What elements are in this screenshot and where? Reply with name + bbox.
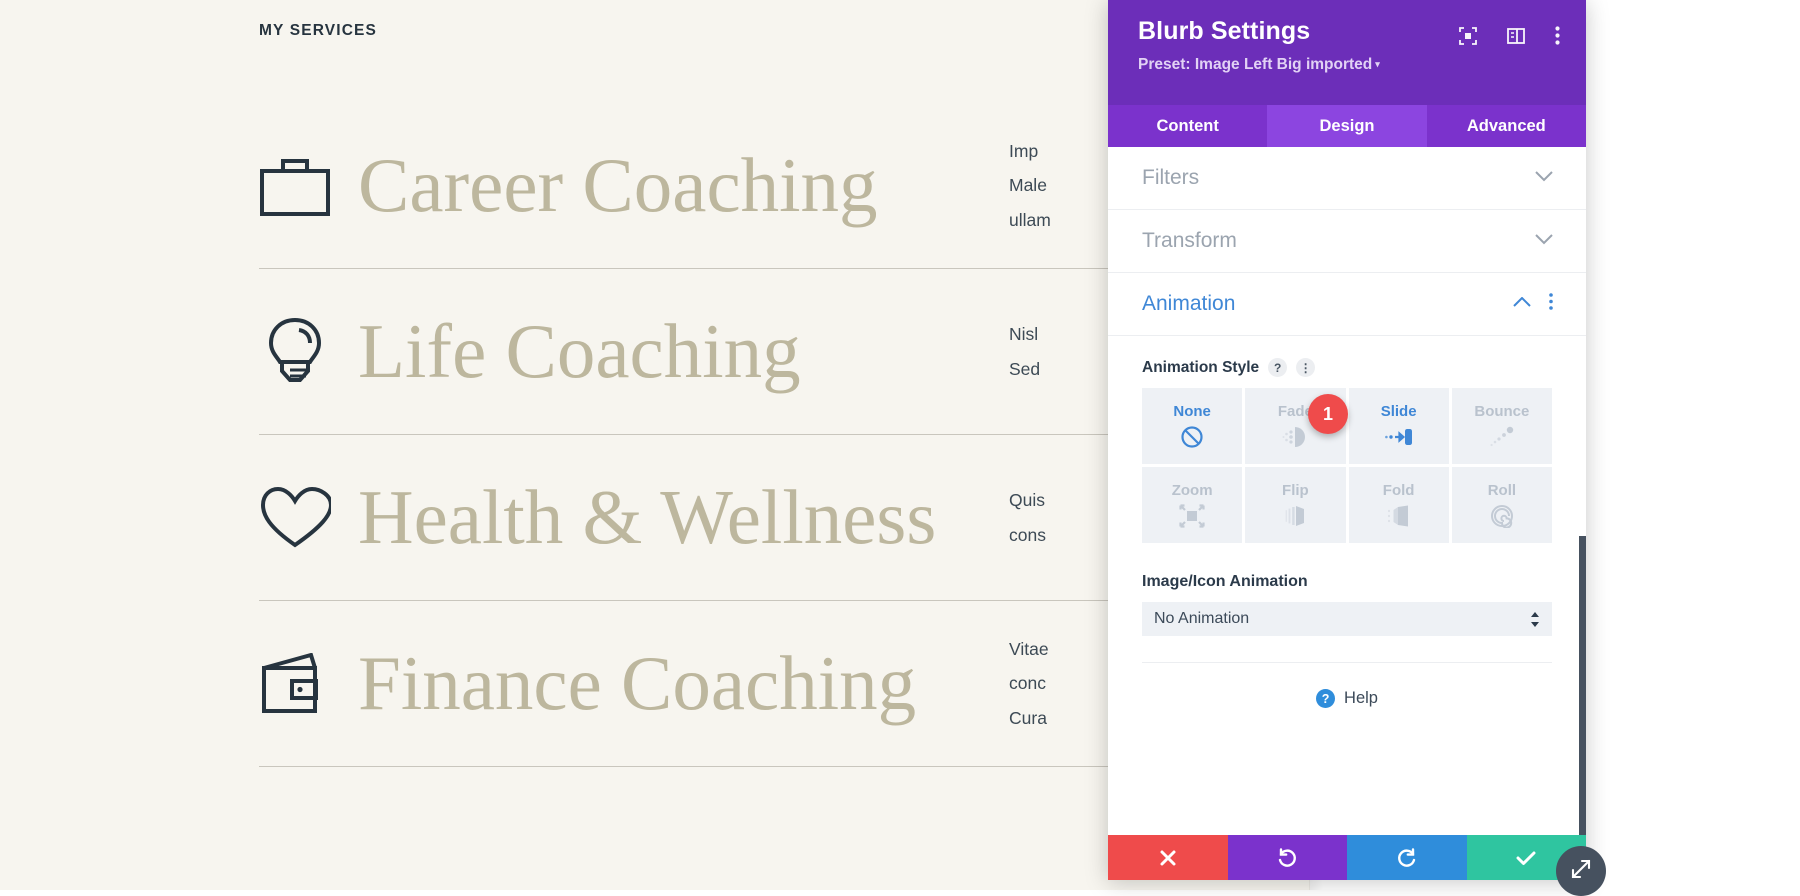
bounce-dots-icon <box>1489 425 1515 449</box>
slide-arrow-icon <box>1384 425 1414 449</box>
target-icon[interactable] <box>1459 26 1477 45</box>
option-label: Bounce <box>1474 403 1530 420</box>
image-icon-animation-label: Image/Icon Animation <box>1142 573 1308 590</box>
help-icon: ? <box>1316 689 1336 708</box>
section-transform[interactable]: Transform <box>1108 210 1586 273</box>
help-link[interactable]: ? Help <box>1142 663 1552 708</box>
section-controls <box>1535 232 1553 250</box>
fold-icon <box>1386 504 1412 528</box>
modal-header-actions <box>1459 26 1560 45</box>
kebab-menu-icon[interactable]: ⋮ <box>1296 358 1316 377</box>
cancel-button[interactable] <box>1108 835 1228 880</box>
tab-design[interactable]: Design <box>1267 105 1427 147</box>
preset-selector[interactable]: Preset: Image Left Big imported ▾ <box>1138 56 1556 74</box>
flip-icon <box>1283 504 1307 528</box>
section-controls <box>1535 169 1553 187</box>
animation-section-content: Animation Style ? ⋮ None Fade Slide Boun… <box>1108 336 1586 708</box>
help-label: Help <box>1344 689 1378 707</box>
section-title: Animation <box>1142 292 1236 315</box>
service-title: Life Coaching <box>358 308 801 394</box>
animation-option-fold[interactable]: Fold <box>1348 467 1449 543</box>
tab-content[interactable]: Content <box>1108 105 1267 147</box>
animation-option-none[interactable]: None <box>1142 388 1243 464</box>
animation-option-zoom[interactable]: Zoom <box>1142 467 1243 543</box>
section-filters[interactable]: Filters <box>1108 147 1586 210</box>
animation-style-grid: None Fade Slide Bounce Zoom Flip Fold Ro… <box>1142 388 1552 543</box>
step-marker-badge: 1 <box>1308 394 1348 434</box>
select-value: No Animation <box>1154 610 1250 627</box>
modal-footer <box>1108 835 1586 880</box>
select-updown-icon <box>1530 611 1540 627</box>
image-icon-animation-select[interactable]: No Animation <box>1142 602 1552 636</box>
chevron-down-icon[interactable] <box>1535 232 1553 250</box>
option-label: Roll <box>1487 482 1517 499</box>
undo-icon <box>1276 847 1298 869</box>
section-controls <box>1513 293 1553 315</box>
resize-handle[interactable] <box>1556 846 1606 896</box>
briefcase-icon <box>259 150 331 222</box>
animation-style-label-row: Animation Style ? ⋮ <box>1142 358 1552 377</box>
chevron-down-icon: ▾ <box>1375 59 1380 69</box>
redo-icon <box>1396 847 1418 869</box>
service-title: Career Coaching <box>358 142 878 228</box>
chevron-up-icon[interactable] <box>1513 295 1531 313</box>
zoom-expand-icon <box>1179 504 1205 528</box>
preset-label: Preset: Image Left Big imported <box>1138 56 1373 73</box>
animation-option-flip[interactable]: Flip <box>1245 467 1346 543</box>
close-x-icon <box>1158 848 1178 868</box>
option-label: None <box>1173 403 1211 420</box>
animation-option-roll[interactable]: Roll <box>1451 467 1552 543</box>
modal-header: Blurb Settings Preset: Image Left Big im… <box>1108 0 1586 105</box>
spiral-icon <box>1489 504 1515 528</box>
blurb-settings-modal[interactable]: Blurb Settings Preset: Image Left Big im… <box>1108 0 1586 880</box>
layout-panel-icon[interactable] <box>1507 27 1525 45</box>
checkmark-icon <box>1515 848 1537 868</box>
undo-button[interactable] <box>1227 835 1347 880</box>
option-label: Zoom <box>1171 482 1213 499</box>
animation-option-bounce[interactable]: Bounce <box>1451 388 1552 464</box>
tab-advanced[interactable]: Advanced <box>1427 105 1586 147</box>
scrollbar-thumb[interactable] <box>1579 535 1586 835</box>
option-label: Fold <box>1382 482 1415 499</box>
kebab-menu-icon[interactable] <box>1549 293 1553 315</box>
modal-body: Filters Transform Animation Animation St… <box>1108 147 1586 835</box>
heart-icon <box>259 482 331 554</box>
service-title: Finance Coaching <box>358 640 917 726</box>
no-symbol-icon <box>1180 425 1204 449</box>
chevron-down-icon[interactable] <box>1535 169 1553 187</box>
option-label: Slide <box>1380 403 1417 420</box>
lightbulb-icon <box>259 316 331 388</box>
animation-style-label: Animation Style <box>1142 358 1260 376</box>
fade-icon <box>1282 425 1308 449</box>
modal-scrollbar[interactable] <box>1579 147 1586 835</box>
modal-tabs: Content Design Advanced <box>1108 105 1586 147</box>
resize-arrows-icon <box>1570 858 1592 885</box>
animation-option-slide[interactable]: Slide <box>1348 388 1449 464</box>
kebab-menu-icon[interactable] <box>1555 26 1560 45</box>
section-title: Filters <box>1142 166 1200 189</box>
redo-button[interactable] <box>1347 835 1467 880</box>
service-title: Health & Wellness <box>358 474 937 560</box>
section-title: Transform <box>1142 229 1237 252</box>
wallet-icon <box>259 648 331 720</box>
section-animation[interactable]: Animation <box>1108 273 1586 336</box>
option-label: Flip <box>1282 482 1309 499</box>
help-icon[interactable]: ? <box>1268 358 1288 377</box>
